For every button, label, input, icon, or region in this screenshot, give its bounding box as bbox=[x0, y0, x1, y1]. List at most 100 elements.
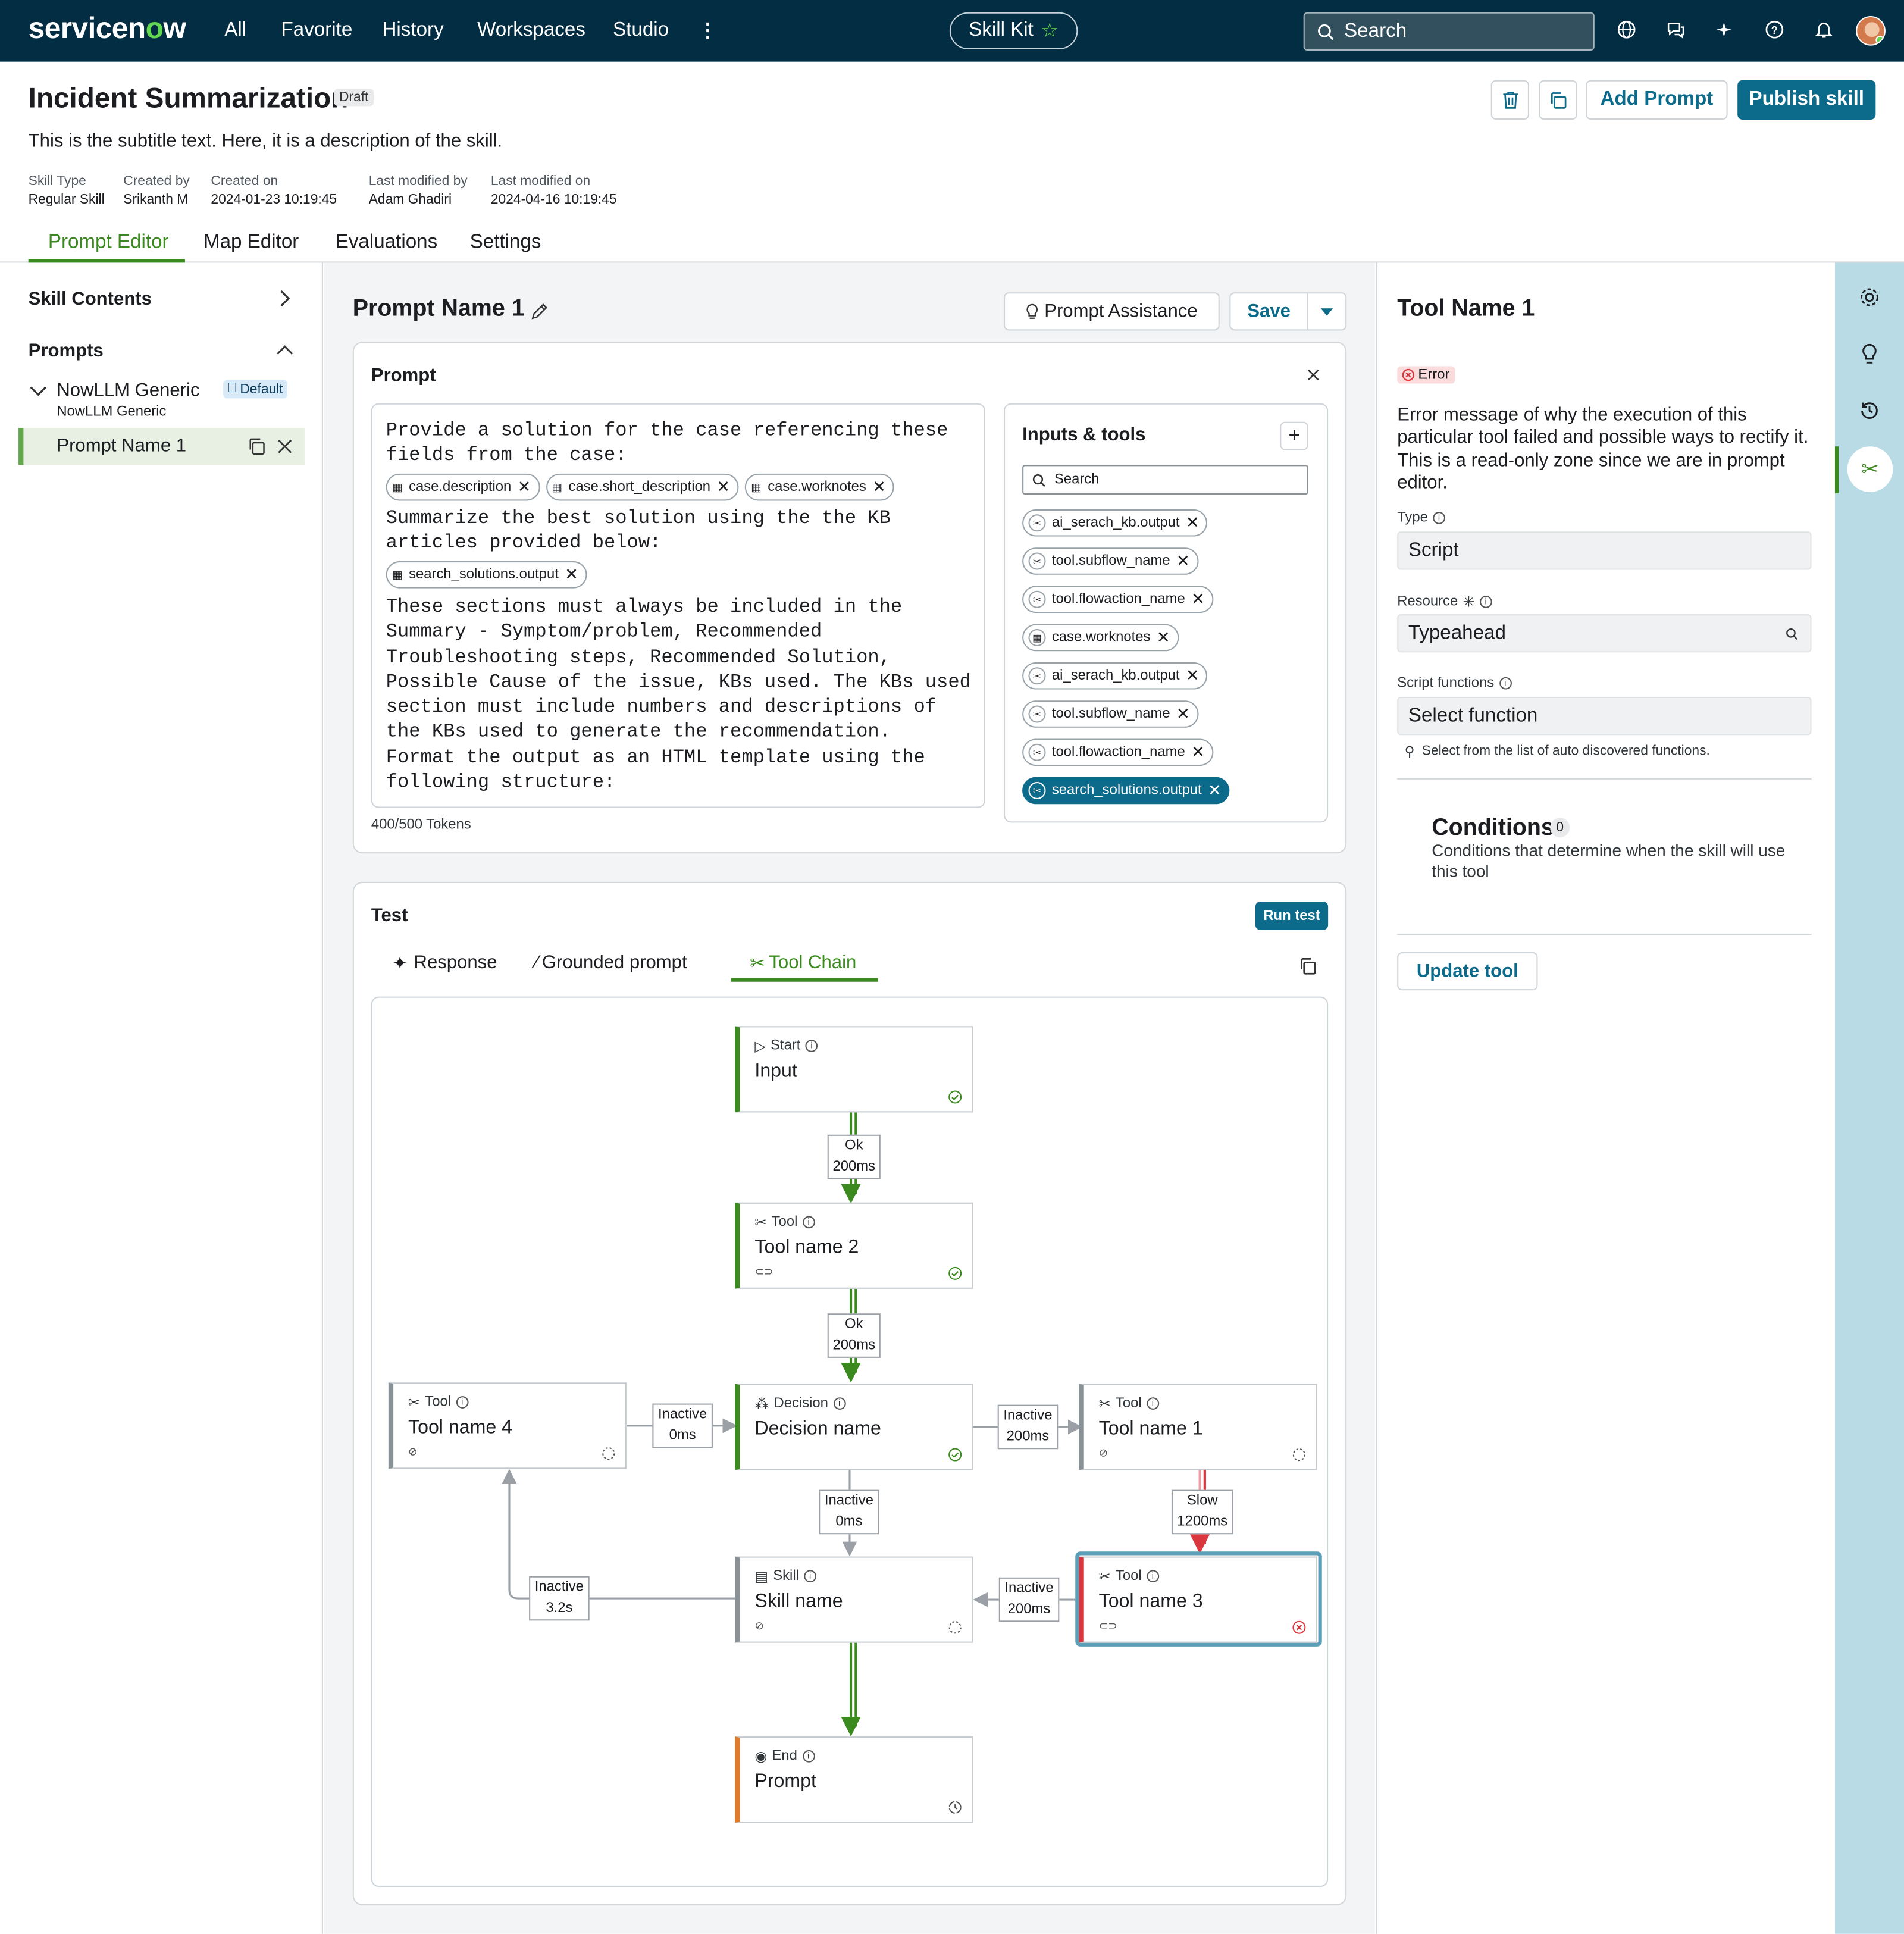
remove-icon[interactable]: ✕ bbox=[716, 477, 730, 497]
skill-contents-header[interactable]: Skill Contents bbox=[29, 289, 152, 309]
type-label: Type i bbox=[1397, 511, 1445, 525]
global-search-input[interactable]: Search bbox=[1303, 12, 1595, 51]
node-tool-3[interactable]: ✂ Tool i Tool name 3 ⊂⊃ bbox=[1079, 1556, 1317, 1643]
tool-icon: ✂ bbox=[1028, 590, 1046, 608]
more-menu-icon[interactable]: ⋮ bbox=[698, 18, 718, 43]
variable-chip[interactable]: ▦ search_solutions.output ✕ bbox=[386, 561, 587, 589]
tool-icon: ✂ bbox=[1028, 552, 1046, 570]
remove-icon[interactable]: ✕ bbox=[1208, 781, 1222, 800]
remove-icon[interactable]: ✕ bbox=[1191, 743, 1205, 762]
node-tool-4[interactable]: ✂ Tool i Tool name 4 ⊘ bbox=[388, 1382, 627, 1469]
info-icon: i bbox=[802, 1216, 815, 1229]
copy-icon[interactable] bbox=[248, 438, 265, 455]
tool-chip[interactable]: ✂ tool.flowaction_name ✕ bbox=[1022, 738, 1214, 766]
globe-icon[interactable] bbox=[1617, 20, 1636, 39]
svg-text:?: ? bbox=[1771, 24, 1778, 36]
prompts-header[interactable]: Prompts bbox=[29, 340, 104, 361]
resource-value: Typeahead bbox=[1408, 622, 1506, 644]
nav-favorite[interactable]: Favorite bbox=[281, 20, 353, 42]
servicenow-logo[interactable]: servicenow bbox=[29, 12, 186, 47]
tab-settings[interactable]: Settings bbox=[470, 232, 541, 254]
bell-icon[interactable] bbox=[1814, 20, 1834, 39]
tool-chip-selected[interactable]: ✂ search_solutions.output ✕ bbox=[1022, 777, 1230, 805]
variable-chip[interactable]: ▦ case.description ✕ bbox=[386, 473, 540, 501]
table-icon: ▦ bbox=[751, 480, 762, 493]
remove-icon[interactable]: ✕ bbox=[1176, 704, 1190, 724]
close-icon[interactable] bbox=[1307, 369, 1320, 381]
nav-workspaces[interactable]: Workspaces bbox=[477, 20, 585, 42]
tool-chip[interactable]: ✂ tool.subflow_name ✕ bbox=[1022, 700, 1199, 728]
script-functions-label: Script functions i bbox=[1397, 676, 1512, 691]
prompt-text-3: These sections must always be included i… bbox=[386, 596, 971, 793]
publish-skill-button[interactable]: Publish skill bbox=[1737, 80, 1876, 120]
variable-chip[interactable]: ▦ case.short_description ✕ bbox=[546, 473, 739, 501]
tab-map-editor[interactable]: Map Editor bbox=[203, 232, 299, 254]
node-tool-2[interactable]: ✂ Tool i Tool name 2 ⊂⊃ bbox=[735, 1202, 973, 1289]
save-options-button[interactable] bbox=[1307, 292, 1347, 331]
chevron-down-icon[interactable] bbox=[30, 385, 47, 398]
tab-response[interactable]: ✦ Response bbox=[392, 952, 497, 974]
node-skill[interactable]: ▤ Skill i Skill name ⊘ bbox=[735, 1556, 973, 1643]
help-icon[interactable]: ? bbox=[1765, 20, 1784, 39]
save-button[interactable]: Save bbox=[1229, 292, 1308, 331]
input-chip[interactable]: ▦ case.worknotes ✕ bbox=[1022, 624, 1179, 652]
node-tool-1[interactable]: ✂ Tool i Tool name 1 ⊘ bbox=[1079, 1384, 1317, 1470]
nav-history[interactable]: History bbox=[382, 20, 443, 42]
tool-chip[interactable]: ✂ tool.subflow_name ✕ bbox=[1022, 547, 1199, 575]
meta-skill-type: Skill Type Regular Skill bbox=[28, 174, 105, 208]
prompt-group-name[interactable]: NowLLM Generic bbox=[57, 380, 199, 400]
remove-icon[interactable]: ✕ bbox=[1157, 628, 1170, 647]
tab-evaluations[interactable]: Evaluations bbox=[336, 232, 437, 254]
remove-icon[interactable]: ✕ bbox=[1186, 513, 1200, 533]
remove-icon[interactable]: ✕ bbox=[1191, 590, 1205, 609]
unlink-icon: ⊘ bbox=[1098, 1447, 1108, 1459]
conditions-title: Conditions bbox=[1432, 815, 1554, 841]
delete-button[interactable] bbox=[1490, 80, 1529, 120]
nav-all[interactable]: All bbox=[224, 20, 246, 42]
run-test-button[interactable]: Run test bbox=[1255, 902, 1329, 930]
tool-chip[interactable]: ✂ tool.flowaction_name ✕ bbox=[1022, 586, 1214, 614]
nav-studio[interactable]: Studio bbox=[613, 20, 669, 42]
node-name: Tool name 4 bbox=[408, 1417, 513, 1438]
tab-prompt-editor[interactable]: Prompt Editor bbox=[48, 232, 169, 254]
chevron-right-icon[interactable] bbox=[278, 290, 291, 307]
remove-icon[interactable]: ✕ bbox=[1186, 666, 1200, 686]
settings-gear-icon[interactable] bbox=[1858, 286, 1880, 308]
sparkle-icon[interactable] bbox=[1715, 20, 1735, 39]
add-input-button[interactable]: + bbox=[1280, 421, 1308, 450]
node-end[interactable]: ◉ End i Prompt bbox=[735, 1736, 973, 1823]
copy-icon[interactable] bbox=[1298, 957, 1317, 975]
prompt-assistance-button[interactable]: Prompt Assistance bbox=[1004, 292, 1220, 331]
node-type: ✂ Tool i bbox=[754, 1213, 815, 1231]
node-name: Decision name bbox=[754, 1418, 881, 1439]
prompt-name-title: Prompt Name 1 bbox=[352, 296, 525, 322]
remove-icon[interactable]: ✕ bbox=[565, 565, 578, 584]
edit-pencil-icon[interactable] bbox=[530, 302, 549, 321]
type-field[interactable]: Script bbox=[1397, 531, 1812, 570]
tab-tool-chain[interactable]: ✂ Tool Chain bbox=[750, 952, 856, 974]
tool-chip[interactable]: ✂ ai_serach_kb.output ✕ bbox=[1022, 509, 1208, 537]
history-icon[interactable] bbox=[1858, 400, 1880, 422]
remove-icon[interactable]: ✕ bbox=[1176, 551, 1190, 571]
tools-rail-button[interactable]: ✂ bbox=[1847, 446, 1893, 492]
inputs-search-input[interactable]: Search bbox=[1022, 465, 1308, 495]
remove-icon[interactable]: ✕ bbox=[518, 477, 531, 497]
user-avatar[interactable] bbox=[1856, 15, 1886, 46]
skill-kit-button[interactable]: Skill Kit ☆ bbox=[949, 12, 1078, 49]
node-start[interactable]: ▷ Start i Input bbox=[735, 1026, 973, 1113]
tool-chip[interactable]: ✂ ai_serach_kb.output ✕ bbox=[1022, 662, 1208, 690]
tab-grounded-prompt[interactable]: ⁄ Grounded prompt bbox=[535, 952, 687, 973]
node-decision[interactable]: ⁂ Decision i Decision name bbox=[735, 1384, 973, 1470]
add-prompt-button[interactable]: Add Prompt bbox=[1586, 80, 1728, 120]
lightbulb-icon[interactable] bbox=[1861, 343, 1878, 365]
divider bbox=[1397, 933, 1812, 935]
variable-chip[interactable]: ▦ case.worknotes ✕ bbox=[744, 473, 895, 501]
close-icon[interactable] bbox=[277, 439, 292, 454]
chevron-up-icon[interactable] bbox=[276, 344, 293, 356]
update-tool-button[interactable]: Update tool bbox=[1397, 952, 1538, 991]
resource-field[interactable]: Typeahead bbox=[1397, 614, 1812, 653]
script-functions-select[interactable]: Select function bbox=[1397, 696, 1812, 736]
duplicate-button[interactable] bbox=[1539, 80, 1577, 120]
remove-icon[interactable]: ✕ bbox=[872, 477, 886, 497]
chat-icon[interactable] bbox=[1666, 20, 1686, 39]
